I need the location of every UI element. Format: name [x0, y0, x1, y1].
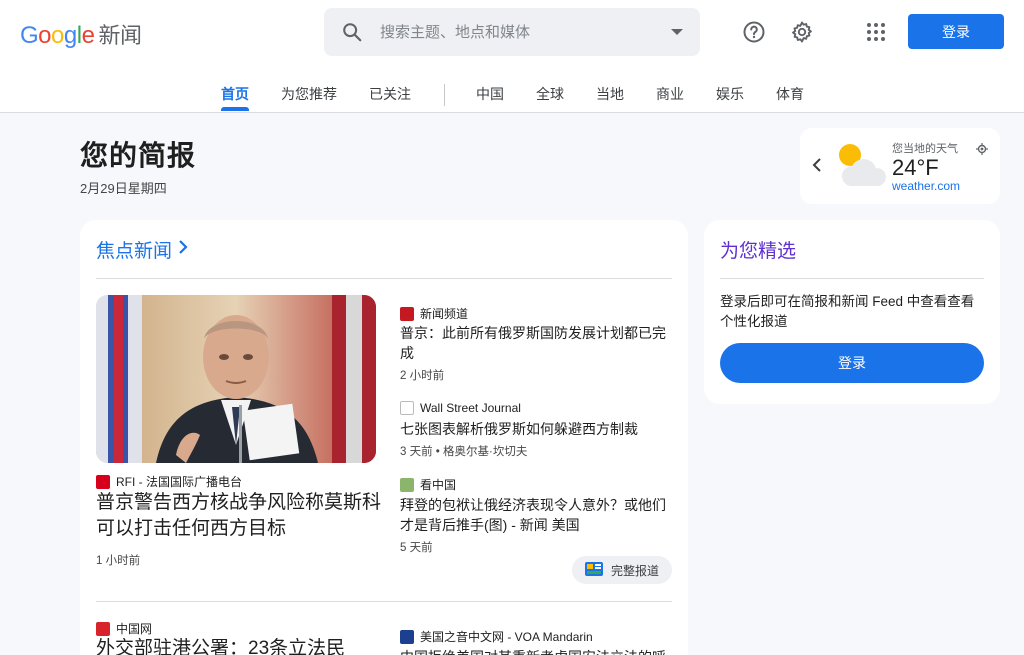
- chevron-right-icon: [178, 239, 188, 261]
- tab-sports[interactable]: 体育: [776, 84, 804, 104]
- tab-entertainment[interactable]: 娱乐: [716, 84, 744, 104]
- location-icon[interactable]: [976, 142, 988, 160]
- source-name: 看中国: [420, 478, 457, 492]
- picks-for-you-card: 为您精选 登录后即可在简报和新闻 Feed 中查看查看个性化报道 登录: [704, 220, 1000, 404]
- tab-for-you[interactable]: 为您推荐: [281, 84, 337, 104]
- news-channel-favicon-icon: [400, 306, 414, 321]
- weather-widget[interactable]: 您当地的天气 24°F weather.com: [800, 128, 1000, 204]
- related-story-time: 2 小时前: [400, 370, 445, 382]
- second-story-headline[interactable]: 外交部驻港公署：23条立法民: [96, 636, 382, 655]
- tab-china[interactable]: 中国: [476, 84, 504, 104]
- related-story-headline[interactable]: 普京：此前所有俄罗斯国防发展计划都已完成: [400, 323, 670, 363]
- kzg-favicon-icon: [400, 477, 414, 492]
- top-stories-card: 焦点新闻 RFI - 法国国际广播电台 普京警告西方核战争风险称莫斯科可以打击任…: [80, 220, 688, 655]
- weather-temperature: 24°F: [892, 155, 939, 180]
- partly-cloudy-icon: [836, 142, 886, 195]
- related-story-source[interactable]: Wall Street Journal: [400, 401, 521, 415]
- lead-story-headline[interactable]: 普京警告西方核战争风险称莫斯科可以打击任何西方目标: [96, 490, 382, 542]
- source-name: Wall Street Journal: [420, 401, 521, 415]
- second-related-source[interactable]: 美国之音中文网 - VOA Mandarin: [400, 628, 593, 645]
- apps-grid-icon[interactable]: [860, 16, 892, 48]
- lead-story-image[interactable]: [96, 295, 376, 463]
- picks-divider: [720, 278, 984, 279]
- related-story-source[interactable]: 新闻频道: [400, 305, 468, 322]
- rfi-favicon-icon: [96, 474, 110, 489]
- tab-local[interactable]: 当地: [596, 84, 624, 104]
- help-icon[interactable]: [738, 16, 770, 48]
- related-story-time: 3 天前 • 格奥尔基·坎切夫: [400, 446, 528, 458]
- active-tab-indicator: [221, 107, 249, 111]
- full-coverage-button[interactable]: 完整报道: [572, 556, 672, 584]
- tab-world[interactable]: 全球: [536, 84, 564, 104]
- sign-in-button[interactable]: 登录: [908, 14, 1004, 49]
- picks-sign-in-button[interactable]: 登录: [720, 343, 984, 383]
- picks-description: 登录后即可在简报和新闻 Feed 中查看查看个性化报道: [720, 294, 975, 329]
- source-name: 美国之音中文网 - VOA Mandarin: [420, 630, 593, 644]
- related-story-headline[interactable]: 拜登的包袱让俄经济表现令人意外？或他们才是背后推手(图) - 新闻 美国: [400, 495, 670, 535]
- chevron-left-icon[interactable]: [812, 158, 822, 177]
- full-coverage-label: 完整报道: [610, 563, 659, 578]
- nav-divider: [444, 84, 445, 106]
- logo-letter: g: [63, 22, 77, 49]
- related-story-time: 5 天前: [400, 542, 433, 554]
- source-name: 新闻频道: [420, 307, 469, 321]
- search-bar[interactable]: [324, 8, 700, 56]
- weather-label: 您当地的天气: [892, 143, 958, 155]
- lead-story-source[interactable]: RFI - 法国国际广播电台: [96, 473, 242, 490]
- china-net-favicon-icon: [96, 621, 110, 636]
- logo-letter: G: [20, 22, 39, 49]
- tab-following[interactable]: 已关注: [369, 84, 411, 104]
- voa-favicon-icon: [400, 629, 414, 644]
- google-news-logo[interactable]: Google 新闻: [20, 18, 142, 50]
- source-name: RFI - 法国国际广播电台: [116, 475, 242, 489]
- logo-letter: o: [51, 22, 64, 49]
- product-name: 新闻: [98, 23, 142, 48]
- section-nav: 首页 为您推荐 已关注 中国 全球 当地 商业 娱乐 体育: [0, 78, 1024, 112]
- wsj-favicon-icon: [400, 401, 414, 415]
- story-divider: [96, 601, 672, 602]
- logo-letter: e: [81, 22, 95, 49]
- tab-business[interactable]: 商业: [656, 84, 684, 104]
- source-name: 中国网: [116, 622, 153, 636]
- weather-source-link[interactable]: weather.com: [892, 179, 960, 193]
- search-icon[interactable]: [324, 21, 380, 43]
- tab-home[interactable]: 首页: [221, 84, 249, 104]
- briefing-date: 2月29日星期四: [80, 181, 167, 196]
- logo-letter: o: [38, 22, 52, 49]
- second-story-source[interactable]: 中国网: [96, 620, 152, 637]
- picks-title: 为您精选: [720, 241, 797, 262]
- settings-gear-icon[interactable]: [786, 16, 818, 48]
- full-coverage-icon: [584, 561, 603, 579]
- top-header: Google 新闻 登录 首页 为您推荐 已关注 中国 全球 当地 商业 娱乐 …: [0, 0, 1024, 113]
- related-story-source[interactable]: 看中国: [400, 476, 456, 493]
- page-title: 您的简报: [80, 140, 197, 171]
- lead-story-time: 1 小时前: [96, 555, 141, 567]
- top-stories-header[interactable]: 焦点新闻: [96, 236, 188, 263]
- second-related-headline[interactable]: 中国拒绝美国对其重新考虑国安法立法的呼: [400, 647, 670, 655]
- search-input[interactable]: [380, 23, 654, 41]
- section-divider: [96, 278, 672, 279]
- related-story-headline[interactable]: 七张图表解析俄罗斯如何躲避西方制裁: [400, 419, 670, 439]
- top-stories-title: 焦点新闻: [96, 241, 173, 262]
- search-options-dropdown-icon[interactable]: [654, 28, 700, 36]
